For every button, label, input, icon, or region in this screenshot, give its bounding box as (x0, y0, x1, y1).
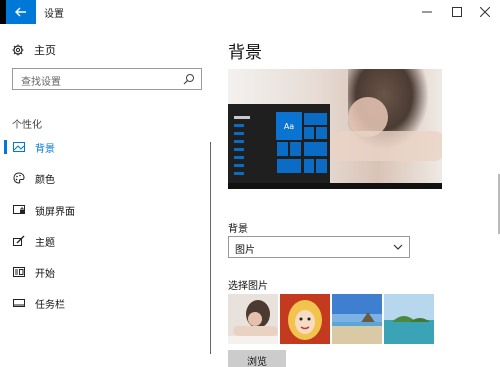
close-icon (480, 7, 490, 17)
background-type-select[interactable]: 图片 (228, 236, 410, 258)
sidebar-item-label: 颜色 (35, 175, 55, 186)
sidebar-item-label: 主题 (35, 238, 55, 249)
sidebar: 主页 查找设置 个性化 背景 颜色 锁屏界面 主题 开始 任务栏 (0, 24, 212, 367)
preview-tiles: Aa (276, 112, 328, 176)
sidebar-item-themes[interactable]: 主题 (0, 230, 200, 252)
maximize-icon (452, 7, 462, 17)
background-type-value: 图片 (235, 245, 255, 256)
picture-icon (13, 142, 25, 152)
search-icon[interactable] (183, 73, 195, 85)
title-bar: 设置 (0, 0, 500, 24)
chevron-down-icon (393, 244, 403, 250)
sidebar-item-taskbar[interactable]: 任务栏 (0, 292, 200, 314)
close-button[interactable] (470, 0, 500, 24)
window-title: 设置 (44, 9, 64, 20)
active-indicator (4, 140, 7, 154)
sidebar-item-label: 开始 (35, 269, 55, 280)
thumbnail-beach[interactable] (332, 294, 382, 344)
home-label: 主页 (34, 44, 56, 57)
preview-photo-arm (328, 131, 442, 161)
palette-icon (13, 172, 25, 184)
sidebar-item-label: 背景 (35, 144, 55, 155)
browse-button[interactable]: 浏览 (228, 350, 286, 367)
minimize-button[interactable] (412, 0, 442, 24)
settings-window: 设置 主页 查找设置 个性化 背景 颜色 锁屏界面 主题 开始 任务栏 背景 A… (0, 0, 500, 367)
preview-start-menu: Aa (228, 104, 330, 184)
gear-icon (12, 44, 24, 56)
section-title: 个性化 (12, 120, 42, 131)
brush-icon (13, 235, 25, 246)
thumbnail-island[interactable] (384, 294, 434, 344)
sidebar-scrollbar[interactable] (210, 142, 211, 354)
back-button[interactable] (6, 0, 36, 24)
preview-taskbar (228, 183, 442, 189)
sidebar-item-label: 锁屏界面 (35, 207, 75, 218)
sidebar-item-lock-screen[interactable]: 锁屏界面 (0, 199, 200, 221)
taskbar-icon (13, 299, 25, 307)
thumb-woman-image (228, 294, 278, 344)
thumb-cartoon-girl-image (280, 294, 330, 344)
choose-picture-label: 选择图片 (228, 281, 268, 292)
thumb-island-image (384, 294, 434, 344)
main-content: 背景 Aa 背景 图片 选择图片 浏览 (212, 24, 500, 367)
maximize-button[interactable] (442, 0, 472, 24)
page-title: 背景 (228, 43, 262, 63)
thumbnail-woman[interactable] (228, 294, 278, 344)
home-item[interactable]: 主页 (12, 42, 56, 58)
sidebar-item-colors[interactable]: 颜色 (0, 167, 200, 189)
sidebar-item-start[interactable]: 开始 (0, 261, 200, 283)
thumb-beach-image (332, 294, 382, 344)
sidebar-item-label: 任务栏 (35, 300, 65, 311)
search-input[interactable]: 查找设置 (12, 68, 202, 90)
minimize-icon (422, 11, 432, 13)
search-placeholder: 查找设置 (21, 77, 61, 88)
background-preview: Aa (228, 69, 442, 189)
start-menu-icon (13, 267, 25, 277)
preview-tile-aa: Aa (276, 112, 302, 140)
sidebar-item-background[interactable]: 背景 (0, 136, 200, 158)
lock-screen-icon (13, 205, 25, 214)
preview-menu-list (234, 116, 250, 180)
thumbnail-cartoon-girl[interactable] (280, 294, 330, 344)
back-arrow-icon (15, 7, 26, 17)
background-label: 背景 (228, 224, 248, 235)
